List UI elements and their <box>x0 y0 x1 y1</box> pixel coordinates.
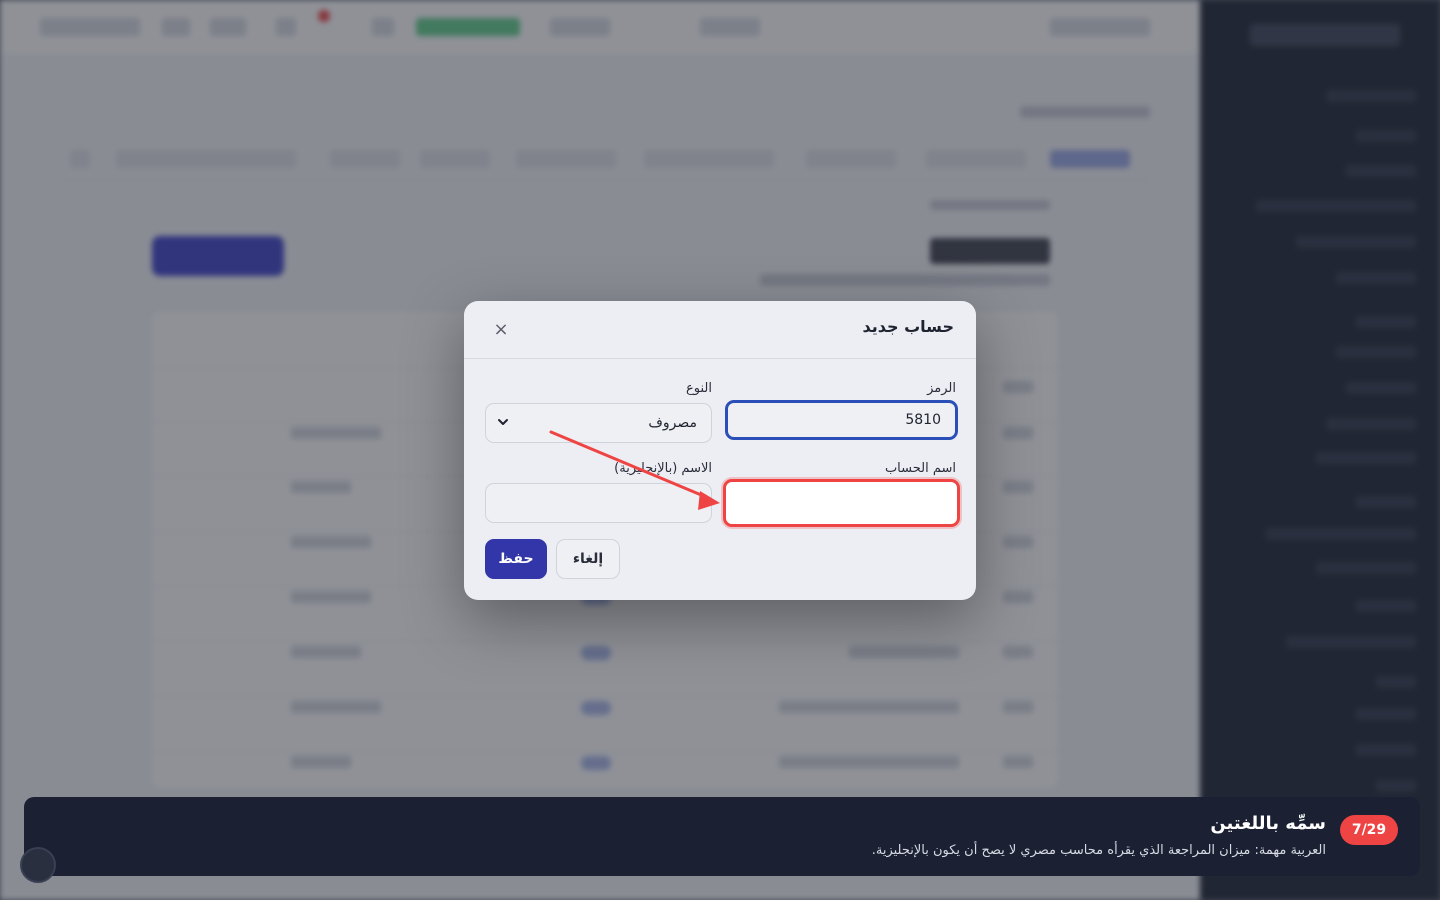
cancel-button[interactable]: إلغاء <box>556 539 620 579</box>
chevron-down-icon <box>498 419 508 425</box>
account-name-field[interactable] <box>723 479 960 527</box>
tutorial-bar: 7/29 سمِّه باللغتين العربية مهمة: ميزان … <box>24 797 1420 876</box>
english-name-field[interactable] <box>485 483 712 523</box>
step-counter-badge: 7/29 <box>1340 815 1398 845</box>
new-account-dialog: حساب جديد × الرمز 5810 النوع مصروف اسم ا… <box>464 301 976 600</box>
save-button[interactable]: حفظ <box>485 539 547 579</box>
code-field[interactable]: 5810 <box>725 400 958 440</box>
type-select-value: مصروف <box>648 415 697 431</box>
tutorial-title: سمِّه باللغتين <box>1210 813 1326 834</box>
close-icon[interactable]: × <box>490 319 512 341</box>
type-label: النوع <box>686 381 712 396</box>
help-icon[interactable] <box>20 847 56 883</box>
account-name-label: اسم الحساب <box>884 461 956 476</box>
tutorial-description: العربية مهمة: ميزان المراجعة الذي يقرأه … <box>871 843 1326 858</box>
code-label: الرمز <box>927 381 956 396</box>
dialog-title: حساب جديد <box>862 317 955 336</box>
dialog-header: حساب جديد × <box>464 301 976 359</box>
english-name-label: الاسم (بالإنجليزية) <box>614 461 712 476</box>
type-select[interactable]: مصروف <box>485 403 712 443</box>
